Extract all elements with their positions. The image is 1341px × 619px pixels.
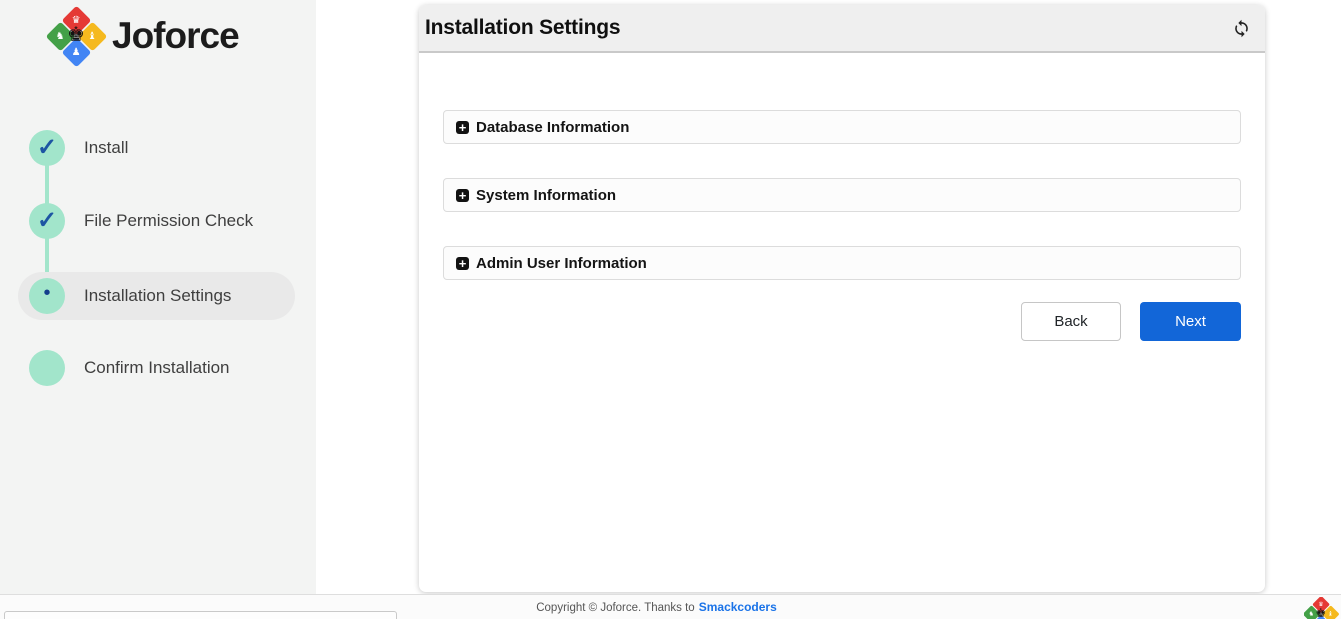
installation-settings-panel: Installation Settings + Database Informa…: [419, 5, 1265, 592]
copyright-text: Copyright © Joforce. Thanks to: [536, 602, 694, 614]
next-button[interactable]: Next: [1140, 302, 1241, 341]
plus-square-icon: +: [456, 257, 469, 270]
step-circle-active: •: [29, 278, 65, 314]
step-label: Installation Settings: [84, 286, 231, 306]
page-title: Installation Settings: [419, 16, 620, 40]
section-label: Admin User Information: [476, 255, 647, 272]
brand-logo: ♚ Joforce: [48, 6, 239, 66]
step-item-file-permission-check: ✓ File Permission Check: [18, 197, 295, 245]
section-database-information[interactable]: + Database Information: [443, 110, 1241, 144]
check-icon: ✓: [37, 209, 57, 233]
step-label: File Permission Check: [84, 211, 253, 231]
section-system-information[interactable]: + System Information: [443, 178, 1241, 212]
section-label: Database Information: [476, 119, 629, 136]
crown-icon: ♚: [1304, 605, 1338, 619]
section-label: System Information: [476, 187, 616, 204]
status-tooltip: [4, 611, 397, 619]
step-circle-pending: [29, 350, 65, 386]
refresh-icon: [1232, 19, 1251, 38]
step-item-installation-settings: • Installation Settings: [18, 272, 295, 320]
refresh-button[interactable]: [1228, 15, 1254, 41]
check-icon: ✓: [37, 136, 57, 160]
joforce-diamond-icon: ♚: [1304, 597, 1338, 619]
step-circle-complete: ✓: [29, 203, 65, 239]
step-circle-complete: ✓: [29, 130, 65, 166]
step-label: Confirm Installation: [84, 358, 230, 378]
wizard-buttons: Back Next: [419, 302, 1241, 341]
plus-square-icon: +: [456, 121, 469, 134]
plus-square-icon: +: [456, 189, 469, 202]
smackcoders-link[interactable]: Smackcoders: [699, 600, 777, 614]
panel-header: Installation Settings: [419, 5, 1265, 53]
sidebar: ♚ Joforce ✓ Install ✓ File Permission Ch…: [0, 0, 316, 594]
crown-icon: ♚: [48, 22, 104, 47]
joforce-favicon: ♚: [1304, 597, 1341, 619]
step-label: Install: [84, 138, 128, 158]
step-item-confirm-installation: Confirm Installation: [18, 344, 295, 392]
active-dot-icon: •: [43, 283, 50, 303]
joforce-diamond-icon: ♚: [48, 8, 104, 64]
back-button[interactable]: Back: [1021, 302, 1121, 341]
section-admin-user-information[interactable]: + Admin User Information: [443, 246, 1241, 280]
brand-name: Joforce: [112, 15, 239, 57]
step-item-install: ✓ Install: [18, 124, 295, 172]
